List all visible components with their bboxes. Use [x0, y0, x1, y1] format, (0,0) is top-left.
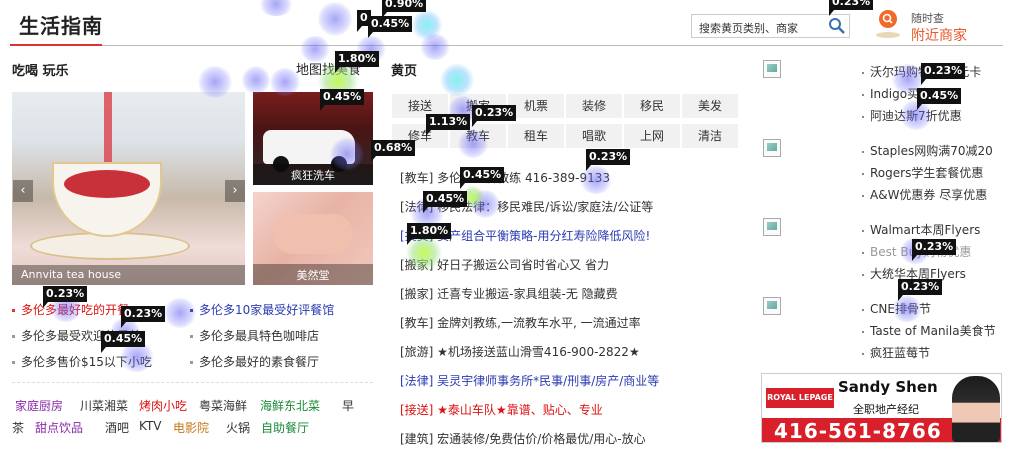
yellow-pages-heading: 黄页	[391, 64, 418, 79]
heat-badge: 0.68%	[371, 140, 416, 162]
heat-badge: 0.45%	[460, 167, 505, 189]
category-button[interactable]: 移民	[624, 94, 680, 118]
category-button[interactable]: 上网	[624, 124, 680, 148]
nearby-caption: 随时查	[911, 12, 944, 25]
tag-link[interactable]: 粤菜海鲜	[199, 397, 247, 414]
tag-link[interactable]: 自助餐厅	[261, 419, 309, 436]
listing-link[interactable]: [旅游] ★机场接送蓝山滑雪416-900-2822★	[400, 343, 640, 360]
tag-link[interactable]: 烤肉小吃	[139, 397, 187, 414]
heat-blob	[420, 34, 450, 60]
heat-badge: 0.23%	[472, 105, 517, 127]
tag-link[interactable]: 川菜湘菜	[80, 397, 128, 414]
agent-photo	[952, 376, 1000, 442]
food-link[interactable]: 多伦多最好吃的开餐	[12, 301, 129, 318]
listing-link[interactable]: [建筑] 宏通装修/免费估价/价格最优/用心-放心	[400, 430, 646, 447]
food-link[interactable]: 多伦多售价$15以下小吃	[12, 353, 152, 370]
category-button[interactable]: 装修	[566, 94, 622, 118]
food-link[interactable]: 多伦多最好的素食餐厅	[190, 353, 319, 370]
category-button[interactable]: 唱歌	[566, 124, 622, 148]
carousel-prev-button[interactable]: ‹	[13, 180, 33, 202]
deal-link[interactable]: 疯狂蓝莓节	[862, 344, 930, 361]
deal-thumbnail[interactable]	[763, 297, 781, 315]
category-button[interactable]: 清洁	[682, 124, 738, 148]
agent-name: Sandy Shen	[838, 378, 938, 396]
deal-thumbnail[interactable]	[763, 218, 781, 236]
tag-link[interactable]: 海鲜东北菜	[260, 397, 320, 414]
heat-badge: 0.23%	[921, 63, 966, 85]
heat-badge: 0.23%	[912, 239, 957, 261]
tag-link[interactable]: KTV	[139, 419, 161, 433]
heat-badge: 1.13%	[426, 114, 471, 136]
food-link[interactable]: 多伦多10家最受好评餐馆	[190, 301, 334, 318]
category-button[interactable]: 美发	[682, 94, 738, 118]
category-button[interactable]: 租车	[508, 124, 564, 148]
agent-title: 全职地产经纪	[853, 403, 919, 416]
heat-blob	[318, 2, 352, 36]
heat-badge: 0.23%	[121, 306, 166, 328]
heat-badge: 0.23%	[43, 286, 88, 308]
heat-blob	[258, 0, 294, 16]
tag-divider	[12, 382, 373, 383]
heat-badge: 0.45%	[320, 89, 365, 111]
tag-link[interactable]: 家庭厨房	[15, 397, 63, 414]
deal-link[interactable]: A&W优惠券 尽享优惠	[862, 186, 987, 203]
heat-blob	[440, 64, 474, 96]
heat-badge: 0.23%	[586, 149, 631, 171]
royal-lepage-logo: ROYAL LEPAGE	[766, 388, 834, 408]
deal-link[interactable]: 阿迪达斯7折优惠	[862, 107, 962, 124]
nearby-merchants-link[interactable]: 附近商家	[911, 25, 967, 45]
tag-link[interactable]: 电影院	[173, 419, 209, 436]
heat-blob	[412, 10, 442, 40]
heat-badge: 0.23%	[898, 279, 943, 301]
tag-link[interactable]: 早	[342, 397, 354, 414]
tag-link[interactable]: 酒吧	[105, 419, 129, 436]
heat-badge: 1.80%	[407, 223, 452, 245]
heat-blob	[242, 66, 270, 94]
deal-link[interactable]: Walmart本周Flyers	[862, 221, 980, 238]
listing-link[interactable]: [搬家] 好日子搬运公司省时省心又 省力	[400, 256, 609, 273]
heat-badge: 0.45%	[368, 16, 413, 38]
listing-link[interactable]: [接送] ★泰山车队★靠谱、贴心、专业	[400, 401, 603, 418]
deal-thumbnail[interactable]	[763, 139, 781, 157]
agent-phone: 416-561-8766	[774, 419, 942, 443]
car-wash-caption[interactable]: 疯狂洗车	[253, 164, 373, 185]
listing-link[interactable]: [教车] 多伦多金牌教练 416-389-9133	[400, 169, 610, 186]
search-icon[interactable]	[827, 16, 847, 36]
tea-house-image[interactable]	[12, 92, 245, 285]
tag-link[interactable]: 火锅	[226, 419, 250, 436]
hero-caption[interactable]: Annvita tea house	[12, 265, 245, 285]
listing-link[interactable]: [法律] 吴灵宇律师事务所*民事/刑事/房产/商业等	[400, 372, 659, 389]
heat-badge: 1.80%	[335, 51, 380, 73]
header-accent-bar	[10, 44, 102, 46]
carousel-next-button[interactable]: ›	[225, 180, 245, 202]
location-pin-icon[interactable]	[875, 9, 901, 39]
food-link[interactable]: 多伦多最具特色咖啡店	[190, 327, 319, 344]
heat-badge: 0.45%	[101, 331, 146, 353]
deal-thumbnail[interactable]	[763, 60, 781, 78]
page-title: 生活指南	[19, 14, 103, 38]
realtor-ad-banner[interactable]: ROYAL LEPAGE Sandy Shen 全职地产经纪 416-561-8…	[761, 373, 1002, 443]
tag-link[interactable]: 茶	[12, 419, 24, 436]
deal-link[interactable]: Staples网购满70减20	[862, 142, 993, 159]
nail-salon-caption[interactable]: 美然堂	[253, 264, 373, 285]
header-divider	[10, 45, 1003, 46]
eat-play-heading: 吃喝 玩乐	[12, 64, 69, 79]
deal-link[interactable]: Taste of Manila美食节	[862, 322, 996, 339]
listing-link[interactable]: [教车] 金牌刘教练,一流教车水平, 一流通过率	[400, 314, 641, 331]
deal-link[interactable]: Rogers学生套餐优惠	[862, 164, 983, 181]
heat-badge: 0.90%	[382, 0, 427, 18]
heat-badge: 0.23%	[829, 0, 874, 16]
heat-badge: 0.45%	[917, 88, 962, 110]
category-button[interactable]: 机票	[508, 94, 564, 118]
listing-link[interactable]: [搬家] 迁喜专业搬运-家具组装-无 隐藏费	[400, 285, 618, 302]
heat-badge: 0.45%	[423, 191, 468, 213]
deal-link[interactable]: CNE排骨节	[862, 300, 931, 317]
tag-link[interactable]: 甜点饮品	[35, 419, 83, 436]
